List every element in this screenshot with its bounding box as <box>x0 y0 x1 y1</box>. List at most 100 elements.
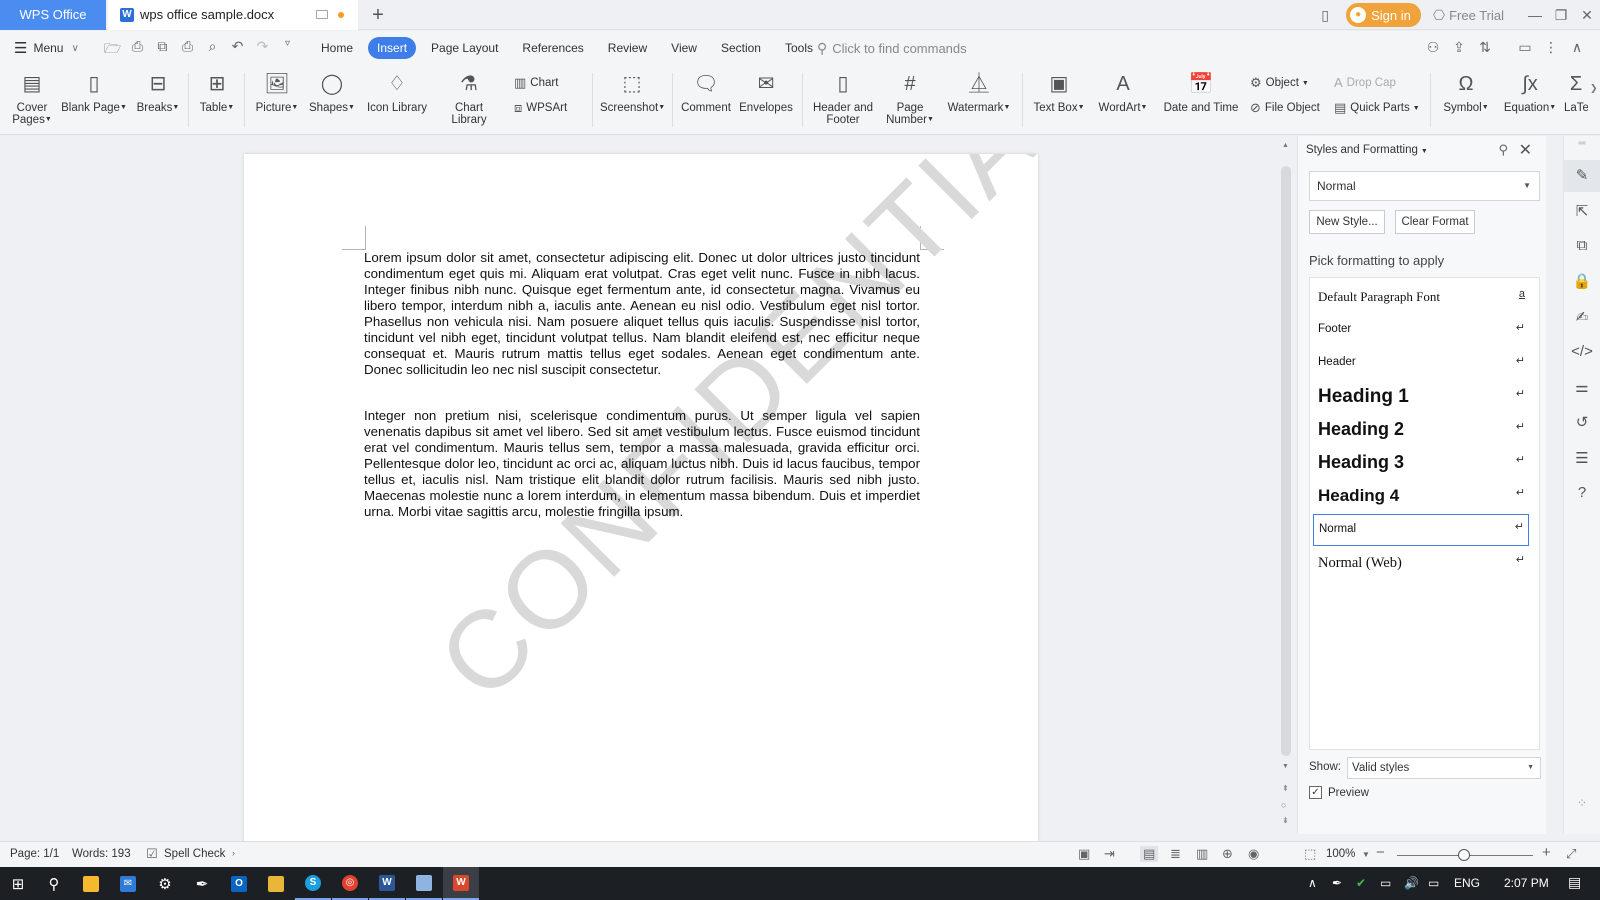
share-icon[interactable]: ⇪ <box>1446 39 1472 56</box>
style-item-default-paragraph-font[interactable]: Default Paragraph Font a <box>1313 288 1529 308</box>
zoom-in-icon[interactable]: + <box>1542 844 1551 861</box>
scroll-up-icon[interactable]: ▲ <box>1282 142 1289 149</box>
notifications-icon[interactable]: ▤ <box>1568 874 1581 891</box>
tab-page-layout[interactable]: Page Layout <box>422 37 507 59</box>
new-tab-button[interactable]: + <box>366 3 390 27</box>
tab-review[interactable]: Review <box>599 37 656 59</box>
outline-view-icon[interactable]: ≣ <box>1170 846 1181 862</box>
page-view-icon[interactable]: ▤ <box>1140 846 1159 862</box>
sign-in-button[interactable]: ● Sign in <box>1346 3 1421 27</box>
shapes-button[interactable]: ◯ Shapes▼ <box>308 69 356 114</box>
save-icon[interactable]: ⎙ <box>125 38 150 62</box>
wps-office-home-tab[interactable]: WPS Office <box>0 0 106 30</box>
scrollbar-thumb[interactable] <box>1281 166 1291 756</box>
help-icon[interactable]: ? <box>1564 484 1600 501</box>
fit-page-icon[interactable]: ⬚ <box>1304 846 1316 862</box>
control-panel-icon[interactable]: ⚙ <box>147 867 183 900</box>
header-footer-button[interactable]: ▯ Header and Footer <box>810 69 876 126</box>
scroll-down-icon[interactable]: ▼ <box>1282 763 1289 770</box>
style-item-header[interactable]: Header ↵ <box>1313 354 1529 374</box>
backup-icon[interactable]: ⧉ <box>1564 237 1600 254</box>
minimize-icon[interactable]: — <box>1522 0 1548 30</box>
latex-button[interactable]: Σ LaTe <box>1564 69 1588 114</box>
object-button[interactable]: ⚙ Object ▼ <box>1250 75 1309 91</box>
envelopes-button[interactable]: ✉ Envelopes <box>738 69 794 114</box>
style-item-heading-4[interactable]: Heading 4 ↵ <box>1313 483 1529 511</box>
word-count[interactable]: Words: 193 <box>72 848 131 860</box>
mail-app-icon[interactable]: ✉ <box>110 867 146 900</box>
tab-tools[interactable]: Tools <box>776 37 822 59</box>
close-icon[interactable]: ✕ <box>1574 0 1600 30</box>
network-icon[interactable]: ▭ <box>1428 876 1439 890</box>
clock[interactable]: 2:07 PM <box>1504 876 1549 890</box>
main-menu-button[interactable]: ☰ Menu ∨ <box>14 39 79 57</box>
customize-toolbar-icon[interactable]: ▿ <box>275 38 300 62</box>
style-item-footer[interactable]: Footer ↵ <box>1313 321 1529 341</box>
table-button[interactable]: ⊞ Table▼ <box>194 69 240 114</box>
zoom-out-icon[interactable]: − <box>1376 844 1385 861</box>
redo-icon[interactable]: ↷ <box>250 38 275 62</box>
tab-references[interactable]: References <box>513 37 592 59</box>
document-tab[interactable]: W wps office sample.docx <box>108 0 358 30</box>
comment-panel-icon[interactable]: ▭ <box>1512 39 1538 56</box>
spell-check-button[interactable]: Spell Check <box>164 848 225 860</box>
chevron-right-icon[interactable]: › <box>232 848 235 858</box>
notepad-icon[interactable] <box>406 867 442 900</box>
style-item-heading-3[interactable]: Heading 3 ↵ <box>1313 450 1529 478</box>
breaks-button[interactable]: ⊟ Breaks▼ <box>134 69 182 114</box>
equation-button[interactable]: ∫x Equation▼ <box>1500 69 1560 114</box>
zoom-level[interactable]: 100% <box>1326 848 1355 860</box>
styles-pen-icon[interactable]: ✎ <box>1564 160 1600 192</box>
pen-app-icon[interactable]: ✒ <box>184 867 220 900</box>
show-filter-select[interactable]: Valid styles ▼ <box>1347 757 1541 779</box>
document-scrollbar[interactable]: ▲ ▼ ⇞ ○ ⇟ <box>1280 136 1292 834</box>
word-icon[interactable]: W <box>369 867 405 900</box>
previous-page-icon[interactable]: ⇞ <box>1282 784 1289 793</box>
chart-library-button[interactable]: ⚗ Chart Library <box>436 69 502 126</box>
new-style-button[interactable]: New Style... <box>1309 210 1385 234</box>
style-item-heading-1[interactable]: Heading 1 ↵ <box>1313 384 1529 412</box>
tab-home[interactable]: Home <box>312 37 362 59</box>
style-item-normal[interactable]: Normal ↵ <box>1313 514 1529 546</box>
chart-button[interactable]: ▥ Chart <box>514 75 558 91</box>
zoom-dropdown-icon[interactable]: ▼ <box>1362 850 1370 859</box>
collapse-ribbon-icon[interactable]: ∧ <box>1564 39 1590 56</box>
web-view-icon[interactable]: ⊕ <box>1222 846 1233 862</box>
adjust-sliders-icon[interactable]: ⚌ <box>1564 378 1600 396</box>
symbol-button[interactable]: Ω Symbol▼ <box>1438 69 1494 114</box>
tab-insert[interactable]: Insert <box>368 37 417 59</box>
outlook-icon[interactable]: O <box>221 867 257 900</box>
style-item-heading-2[interactable]: Heading 2 ↵ <box>1313 417 1529 445</box>
page-count[interactable]: Page: 1/1 <box>10 848 59 860</box>
screenshot-button[interactable]: ⬚ Screenshot▼ <box>600 69 665 114</box>
eye-protection-icon[interactable]: ◉ <box>1248 846 1259 862</box>
watermark-button[interactable]: ⏅ Watermark▼ <box>944 69 1014 114</box>
print-icon[interactable]: ⎙ <box>175 38 200 62</box>
date-time-button[interactable]: 📅 Date and Time <box>1160 69 1242 114</box>
command-search[interactable]: ⚲ Click to find commands <box>817 40 967 57</box>
search-icon[interactable]: ⚲ <box>36 867 72 900</box>
select-cursor-icon[interactable]: ⇱ <box>1564 202 1600 220</box>
volume-icon[interactable]: 🔊 <box>1404 876 1419 890</box>
blank-page-button[interactable]: ▯ Blank Page▼ <box>60 69 128 114</box>
clear-format-button[interactable]: Clear Format <box>1395 210 1475 234</box>
restore-icon[interactable]: ❐ <box>1548 0 1574 30</box>
pen-workspace-icon[interactable]: ✒ <box>1332 876 1342 890</box>
protect-icon[interactable]: ⇥ <box>1104 846 1115 862</box>
chrome-icon[interactable]: ◎ <box>332 867 368 900</box>
document-page[interactable]: CONFIDENTIAL Lorem ipsum dolor sit amet,… <box>244 154 1038 852</box>
quick-parts-button[interactable]: ▤ Quick Parts ▼ <box>1334 100 1420 116</box>
show-hidden-icons-icon[interactable]: ∧ <box>1308 876 1317 890</box>
next-page-icon[interactable]: ⇟ <box>1282 816 1289 825</box>
more-options-icon[interactable]: ⋮ <box>1538 39 1564 56</box>
print-preview-icon[interactable]: ⌕ <box>200 38 225 62</box>
history-icon[interactable]: ↺ <box>1564 413 1600 431</box>
lock-icon[interactable]: 🔒 <box>1564 272 1600 290</box>
battery-icon[interactable]: ▭ <box>1380 876 1391 890</box>
wpsart-button[interactable]: ⧈ WPSArt <box>514 100 567 116</box>
tab-section[interactable]: Section <box>712 37 770 59</box>
picture-button[interactable]: 🖼 Picture▼ <box>252 69 302 114</box>
security-check-icon[interactable]: ✔ <box>1356 876 1366 890</box>
zoom-slider-thumb[interactable] <box>1458 849 1470 861</box>
wps-office-taskbar-icon[interactable]: W <box>443 867 479 900</box>
